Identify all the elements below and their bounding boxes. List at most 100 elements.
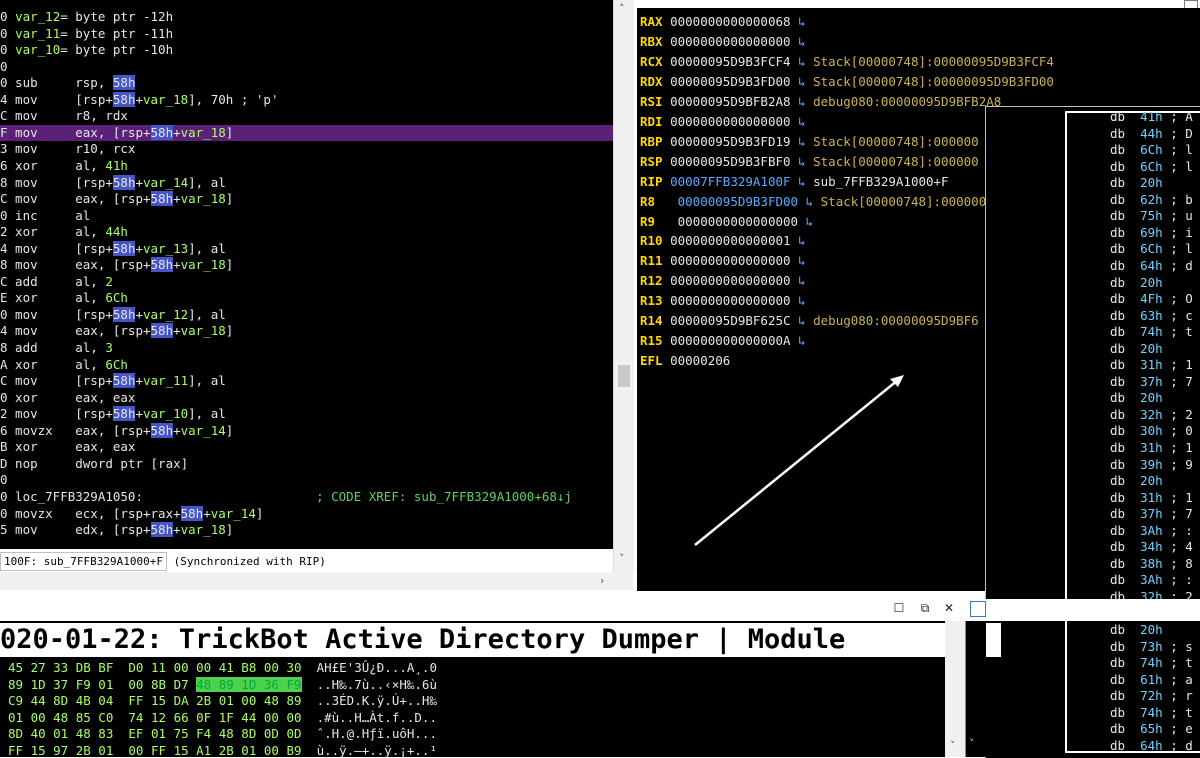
register-row[interactable]: R15 000000000000000A ↳	[640, 331, 806, 351]
current-instruction-line[interactable]: F mov eax, [rsp+58h+var_18]	[0, 124, 613, 141]
jump-arrow-icon[interactable]: ↳	[798, 14, 806, 29]
disassembly-line[interactable]: E xor al, 6Ch	[0, 290, 128, 306]
register-value[interactable]: 00000095D9B3FD00	[670, 74, 790, 89]
restore-icon[interactable]: ⧉	[918, 601, 932, 615]
jump-arrow-icon[interactable]: ↳	[798, 273, 806, 288]
jump-arrow-icon[interactable]: ↳	[798, 34, 806, 49]
register-value[interactable]: 00000206	[670, 353, 730, 368]
maximize-icon[interactable]: ☐	[892, 601, 906, 615]
disassembly-line[interactable]: 2 xor al, 44h	[0, 224, 128, 240]
register-row[interactable]: R8 00000095D9B3FD00 ↳ Stack[00000748]:00…	[640, 192, 986, 212]
scrollbar-thumb[interactable]	[618, 365, 630, 387]
register-value[interactable]: 00007FFB329A100F	[670, 174, 790, 189]
disassembly-view[interactable]: 0 var_12= byte ptr -12h 0 var_11= byte pt…	[0, 0, 613, 549]
disassembly-line[interactable]: 0 movzx ecx, [rsp+rax+58h+var_14]	[0, 505, 263, 522]
disassembly-line[interactable]: 0 inc al	[0, 208, 90, 224]
disassembly-line[interactable]: A xor al, 6Ch	[0, 357, 128, 373]
register-value[interactable]: 0000000000000000	[670, 253, 790, 268]
disassembly-line[interactable]: 5 mov edx, [rsp+58h+var_18]	[0, 522, 233, 538]
hex-view[interactable]: 45 27 33 DB BF D0 11 00 00 41 B8 00 30 A…	[0, 659, 945, 757]
jump-arrow-icon[interactable]: ↳	[798, 253, 806, 268]
disassembly-line[interactable]: 0	[0, 472, 8, 488]
register-reference[interactable]: Stack[00000748]:000000	[821, 194, 987, 209]
register-row[interactable]: R14 00000095D9BF625C ↳ debug080:00000095…	[640, 311, 979, 331]
hex-row[interactable]: 45 27 33 DB BF D0 11 00 00 41 B8 00 30 A…	[8, 660, 437, 677]
scroll-up-icon[interactable]: ˄	[619, 2, 625, 15]
register-reference[interactable]: Stack[00000748]:00000095D9B3FD00	[813, 74, 1054, 89]
register-value[interactable]: 00000095D9B3FBF0	[670, 154, 790, 169]
disassembly-horizontal-scrollbar[interactable]: ›	[0, 572, 633, 590]
register-row[interactable]: RIP 00007FFB329A100F ↳ sub_7FFB329A1000+…	[640, 172, 949, 192]
hex-vertical-scrollbar[interactable]: ˅	[945, 621, 965, 757]
register-value[interactable]: 00000095D9B3FD00	[678, 194, 798, 209]
disassembly-line[interactable]: 3 mov r10, rcx	[0, 141, 135, 157]
disassembly-line[interactable]: C mov eax, [rsp+58h+var_18]	[0, 191, 233, 207]
disassembly-line[interactable]: 0 loc_7FFB329A1050: ; CODE XREF: sub_7FF…	[0, 489, 572, 505]
hex-row[interactable]: C9 44 8D 4B 04 FF 15 DA 2B 01 00 48 89 .…	[8, 693, 437, 710]
disassembly-line[interactable]: 8 add al, 3	[0, 340, 113, 356]
jump-arrow-icon[interactable]: ↳	[798, 233, 806, 248]
register-value[interactable]: 0000000000000001	[670, 233, 790, 248]
register-row[interactable]: R10 0000000000000001 ↳	[640, 231, 806, 251]
disassembly-line[interactable]: 6 xor al, 41h	[0, 158, 128, 174]
disassembly-line[interactable]: C mov r8, rdx	[0, 108, 128, 124]
scroll-down-icon[interactable]: ˅	[969, 737, 975, 750]
register-row[interactable]: R9 0000000000000000 ↳	[640, 212, 813, 232]
jump-arrow-icon[interactable]: ↳	[798, 293, 806, 308]
register-reference[interactable]: debug080:00000095D9BF6	[813, 313, 979, 328]
jump-arrow-icon[interactable]: ↳	[798, 313, 806, 328]
tab-icon[interactable]	[970, 601, 986, 617]
register-value[interactable]: 00000095D9B3FCF4	[670, 54, 790, 69]
close-icon[interactable]: ✕	[942, 601, 956, 615]
register-row[interactable]: RSI 00000095D9BFB2A8 ↳ debug080:00000095…	[640, 92, 1001, 112]
disassembly-vertical-scrollbar[interactable]: ˄ ˅	[613, 0, 634, 572]
register-row[interactable]: RBP 00000095D9B3FD19 ↳ Stack[00000748]:0…	[640, 132, 979, 152]
disassembly-line[interactable]: 0 var_12= byte ptr -12h	[0, 9, 173, 25]
disassembly-line[interactable]: D nop dword ptr [rax]	[0, 456, 188, 472]
register-row[interactable]: RCX 00000095D9B3FCF4 ↳ Stack[00000748]:0…	[640, 52, 1054, 72]
register-row[interactable]: R13 0000000000000000 ↳	[640, 291, 806, 311]
disassembly-line[interactable]: 8 mov eax, [rsp+58h+var_18]	[0, 257, 233, 273]
register-reference[interactable]: sub_7FFB329A1000+F	[813, 174, 948, 189]
disassembly-line[interactable]: 6 movzx eax, [rsp+58h+var_14]	[0, 422, 233, 439]
disassembly-line[interactable]: 0 mov [rsp+58h+var_12], al	[0, 306, 226, 323]
register-row[interactable]: EFL 00000206	[640, 351, 730, 371]
register-row[interactable]: R11 0000000000000000 ↳	[640, 251, 806, 271]
hex-row[interactable]: 89 1D 37 F9 01 00 8B D7 48 89 1D 36 F9 .…	[8, 676, 437, 694]
register-row[interactable]: RAX 0000000000000068 ↳	[640, 12, 806, 32]
selected-hex-bytes[interactable]: 48 89 1D 36 F9	[196, 676, 302, 692]
register-row[interactable]: RBX 0000000000000000 ↳	[640, 32, 806, 52]
scroll-right-icon[interactable]: ›	[600, 574, 604, 587]
jump-arrow-icon[interactable]: ↳	[798, 154, 806, 169]
register-value[interactable]: 00000095D9BF625C	[670, 313, 790, 328]
disassembly-line[interactable]: 2 mov [rsp+58h+var_10], al	[0, 406, 226, 422]
register-row[interactable]: RDI 0000000000000000 ↳	[640, 112, 806, 132]
disassembly-line[interactable]: 4 mov [rsp+58h+var_18], 70h ; 'p'	[0, 91, 278, 108]
register-value[interactable]: 0000000000000000	[678, 214, 798, 229]
register-value[interactable]: 0000000000000068	[670, 14, 790, 29]
jump-arrow-icon[interactable]: ↳	[798, 134, 806, 149]
disassembly-line[interactable]: 0 var_10= byte ptr -10h	[0, 42, 173, 58]
scroll-down-icon[interactable]: ˅	[950, 739, 956, 752]
register-row[interactable]: RDX 00000095D9B3FD00 ↳ Stack[00000748]:0…	[640, 72, 1054, 92]
jump-arrow-icon[interactable]: ↳	[798, 54, 806, 69]
jump-arrow-icon[interactable]: ↳	[798, 114, 806, 129]
register-value[interactable]: 0000000000000000	[670, 273, 790, 288]
disassembly-line[interactable]: C mov [rsp+58h+var_11], al	[0, 373, 226, 389]
disassembly-line[interactable]: 0	[0, 59, 8, 75]
register-reference[interactable]: debug080:00000095D9BFB2A8	[813, 94, 1001, 109]
hex-row[interactable]: 8D 40 01 48 83 EF 01 75 F4 48 8D 0D 0D ˆ…	[8, 726, 437, 743]
register-value[interactable]: 0000000000000000	[670, 114, 790, 129]
jump-arrow-icon[interactable]: ↳	[806, 214, 814, 229]
jump-arrow-icon[interactable]: ↳	[806, 194, 814, 209]
scroll-down-icon[interactable]: ˅	[619, 552, 625, 565]
register-value[interactable]: 0000000000000000	[670, 293, 790, 308]
disassembly-line[interactable]: C add al, 2	[0, 274, 113, 290]
hex-row[interactable]: FF 15 97 2B 01 00 FF 15 A1 2B 01 00 B9 ù…	[8, 743, 437, 758]
register-row[interactable]: RSP 00000095D9B3FBF0 ↳ Stack[00000748]:0…	[640, 152, 979, 172]
disassembly-line[interactable]: B xor eax, eax	[0, 439, 135, 455]
disassembly-line[interactable]: 4 mov eax, [rsp+58h+var_18]	[0, 323, 233, 339]
register-value[interactable]: 0000000000000000	[670, 34, 790, 49]
register-reference[interactable]: Stack[00000748]:000000	[813, 154, 979, 169]
jump-arrow-icon[interactable]: ↳	[798, 74, 806, 89]
